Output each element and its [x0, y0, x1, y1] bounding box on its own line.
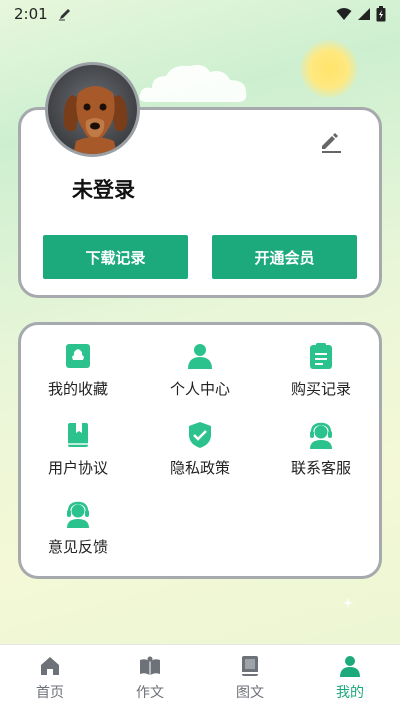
menu-item-privacy-policy[interactable]: 隐私政策: [145, 421, 255, 478]
tab-composition[interactable]: 作文: [100, 645, 200, 711]
signal-icon: [358, 8, 370, 20]
home-icon: [41, 656, 59, 675]
open-book-icon: [140, 656, 160, 675]
menu-label: 隐私政策: [169, 459, 230, 477]
headset-feedback-icon: [67, 501, 89, 528]
battery-icon: [376, 6, 386, 22]
menu-label: 用户协议: [47, 459, 108, 477]
menu-label: 意见反馈: [47, 538, 108, 556]
clipboard-icon: [310, 343, 332, 369]
cloud-decoration: [139, 64, 247, 102]
tab-home[interactable]: 首页: [0, 645, 100, 711]
wifi-icon: [336, 8, 352, 20]
menu-item-purchase-records[interactable]: 购买记录: [266, 342, 376, 399]
menu-item-user-agreement[interactable]: 用户协议: [23, 421, 133, 478]
menu-label: 我的收藏: [47, 380, 108, 398]
menu-item-feedback[interactable]: 意见反馈: [23, 500, 133, 557]
headset-icon: [310, 422, 332, 449]
avatar[interactable]: [45, 62, 140, 157]
person-icon: [188, 344, 212, 369]
user-icon: [340, 655, 360, 677]
menu-label: 个人中心: [169, 380, 230, 398]
bookmark-book-icon: [68, 423, 88, 447]
shield-check-icon: [189, 422, 211, 448]
pen-notification-icon: [58, 9, 70, 21]
status-bar: 2:01: [0, 0, 400, 28]
sparkle-decoration: [342, 597, 354, 609]
bottom-nav: 首页 作文 图文 我的: [0, 644, 400, 711]
menu-item-favorites[interactable]: 我的收藏: [23, 342, 133, 399]
menu-label: 购买记录: [290, 380, 351, 398]
tab-graphics[interactable]: 图文: [200, 645, 300, 711]
tab-label: 我的: [336, 684, 364, 701]
username-label[interactable]: 未登录: [72, 174, 135, 204]
status-time: 2:01: [14, 5, 48, 23]
tab-mine[interactable]: 我的: [300, 645, 400, 711]
menu-item-personal-center[interactable]: 个人中心: [145, 342, 255, 399]
open-vip-button[interactable]: 开通会员: [212, 235, 357, 279]
menu-item-contact-support[interactable]: 联系客服: [266, 421, 376, 478]
edit-pencil-icon[interactable]: [318, 128, 344, 154]
menu-label: 联系客服: [290, 459, 351, 477]
tab-label: 首页: [36, 684, 64, 701]
sun-decoration: [300, 40, 358, 98]
download-records-button[interactable]: 下载记录: [43, 235, 188, 279]
book-icon: [242, 655, 258, 676]
tab-label: 作文: [136, 684, 164, 701]
tab-label: 图文: [236, 684, 264, 701]
favorites-icon: [66, 344, 90, 368]
